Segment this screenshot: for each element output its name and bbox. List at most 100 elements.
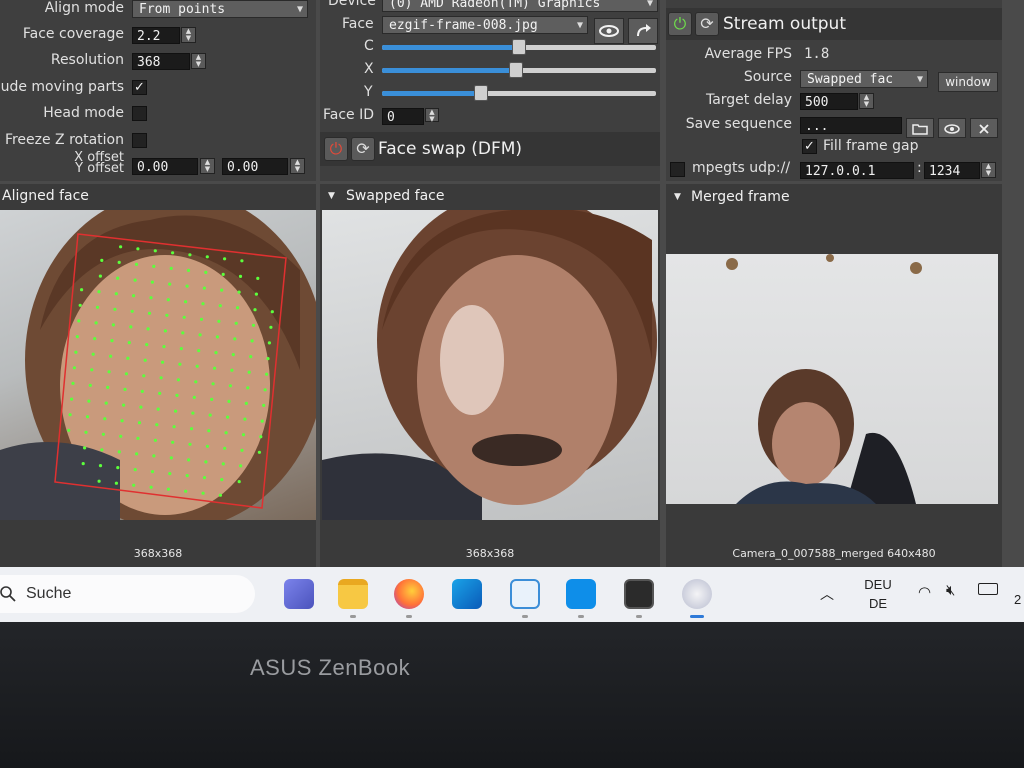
landmark-point: [136, 247, 140, 251]
face-id-spinner[interactable]: ▲ ▼: [425, 108, 439, 123]
landmark-point: [237, 290, 241, 294]
y-offset-label: Y offset: [75, 161, 124, 176]
exclude-moving-parts-checkbox[interactable]: ✓: [132, 80, 147, 95]
y-offset-input[interactable]: 0.00: [222, 158, 288, 175]
landmark-point: [119, 245, 123, 249]
face-select[interactable]: ezgif-frame-008.jpg ▼: [382, 16, 588, 34]
landmark-point: [211, 382, 215, 386]
landmark-point: [217, 319, 221, 323]
mpegts-enable-checkbox[interactable]: [670, 162, 685, 177]
slider-c-handle[interactable]: [512, 39, 526, 55]
teams-icon[interactable]: [284, 579, 314, 609]
landmark-point: [75, 335, 79, 339]
battery-icon[interactable]: [978, 583, 998, 595]
source-value: Swapped fac: [807, 72, 894, 87]
mpegts-port-spinner[interactable]: ▲ ▼: [981, 162, 996, 178]
teamviewer-icon[interactable]: [566, 579, 596, 609]
landmark-point: [84, 430, 88, 434]
landmark-point: [185, 474, 189, 478]
landmark-point: [221, 272, 225, 276]
target-delay-spinner[interactable]: ▲ ▼: [859, 93, 874, 109]
slider-y-label: Y: [364, 84, 373, 100]
landmark-point: [153, 438, 157, 442]
face-coverage-input[interactable]: 2.2: [132, 27, 180, 44]
reload-face-button[interactable]: [628, 18, 658, 44]
notepad-icon[interactable]: [510, 579, 540, 609]
slider-y-handle[interactable]: [473, 85, 488, 101]
collapse-triangle-icon[interactable]: ▼: [674, 192, 681, 202]
fill-frame-gap-checkbox[interactable]: ✓: [802, 139, 817, 154]
firefox-icon[interactable]: [394, 579, 424, 609]
close-icon: [979, 124, 989, 134]
input-language-bottom[interactable]: DE: [860, 596, 896, 611]
collapse-triangle-icon[interactable]: ▼: [328, 191, 335, 201]
device-select[interactable]: (0) AMD Radeon(TM) Graphics ▼: [382, 0, 658, 12]
face-id-input[interactable]: 0: [382, 108, 424, 125]
chevron-down-icon: ▼: [576, 20, 583, 31]
show-hidden-icons-chevron[interactable]: ︿: [820, 584, 834, 604]
slider-c[interactable]: [382, 39, 656, 55]
landmark-point: [70, 397, 74, 401]
landmark-point: [109, 354, 113, 358]
landmark-point: [251, 323, 256, 327]
resolution-input[interactable]: 368: [132, 53, 190, 70]
head-mode-checkbox[interactable]: [132, 106, 147, 121]
preview-face-button[interactable]: [594, 18, 624, 44]
y-offset-spinner[interactable]: ▲ ▼: [290, 158, 305, 174]
landmark-point: [172, 425, 176, 429]
align-mode-label: Align mode: [44, 0, 124, 16]
face-aligner-panel: Align mode From points ▼ Face coverage 2.…: [0, 0, 316, 181]
slider-x[interactable]: [382, 62, 656, 78]
volume-muted-icon[interactable]: 🔇︎: [946, 582, 955, 599]
mpegts-port-input[interactable]: 1234: [924, 162, 980, 179]
landmark-point: [201, 302, 205, 306]
face-swap-power-button[interactable]: ⏻: [324, 137, 348, 161]
taskbar-search-box[interactable]: Suche: [0, 575, 255, 613]
slider-x-handle[interactable]: [509, 62, 524, 78]
deepfacelive-app-icon[interactable]: [682, 579, 712, 609]
input-language-top[interactable]: DEU: [860, 577, 896, 592]
landmark-point: [191, 411, 195, 415]
terminal-icon[interactable]: [624, 579, 654, 609]
file-explorer-icon[interactable]: [338, 579, 368, 609]
save-sequence-path-input[interactable]: ...: [800, 117, 902, 134]
x-offset-input[interactable]: 0.00: [132, 158, 198, 175]
stream-reload-button[interactable]: ⟳: [695, 12, 719, 36]
face-swap-reload-button[interactable]: ⟳: [351, 137, 375, 161]
stream-power-button[interactable]: ⏻: [668, 12, 692, 36]
swapped-face-render: [322, 210, 657, 520]
window-button[interactable]: window: [938, 72, 998, 92]
outlook-new-icon[interactable]: [452, 579, 482, 609]
landmark-point: [213, 366, 217, 370]
freeze-z-rotation-checkbox[interactable]: [132, 133, 147, 148]
landmark-point: [237, 480, 241, 484]
clock-partial[interactable]: 2: [1014, 592, 1021, 607]
target-delay-input[interactable]: 500: [800, 93, 858, 110]
open-folder-button[interactable]: [906, 118, 934, 138]
landmark-point: [133, 468, 137, 472]
landmark-point: [168, 472, 172, 476]
eye-icon: [599, 25, 619, 37]
source-label: Source: [743, 69, 792, 85]
face-value: ezgif-frame-008.jpg: [389, 18, 538, 33]
align-mode-select[interactable]: From points ▼: [132, 0, 308, 18]
wifi-icon[interactable]: ◠: [918, 583, 931, 601]
source-select[interactable]: Swapped fac ▼: [800, 70, 928, 88]
landmark-point: [197, 349, 201, 353]
slider-y[interactable]: [382, 85, 656, 101]
landmark-point: [98, 464, 103, 468]
face-coverage-spinner[interactable]: ▲ ▼: [181, 27, 196, 43]
landmark-point: [113, 307, 117, 311]
x-offset-spinner[interactable]: ▲ ▼: [200, 158, 215, 174]
landmark-point: [114, 481, 118, 485]
landmark-point: [175, 393, 179, 397]
mpegts-host-input[interactable]: 127.0.0.1: [800, 162, 914, 179]
landmark-point: [201, 491, 205, 495]
windows-taskbar: Suche ︿ DEU DE ◠ 🔇︎ 2: [0, 567, 1024, 622]
reveal-in-explorer-button[interactable]: [938, 118, 966, 138]
landmark-point: [135, 452, 139, 456]
landmark-point: [179, 347, 183, 351]
clear-sequence-button[interactable]: [970, 118, 998, 138]
resolution-spinner[interactable]: ▲ ▼: [191, 53, 206, 69]
landmark-point: [257, 450, 261, 454]
